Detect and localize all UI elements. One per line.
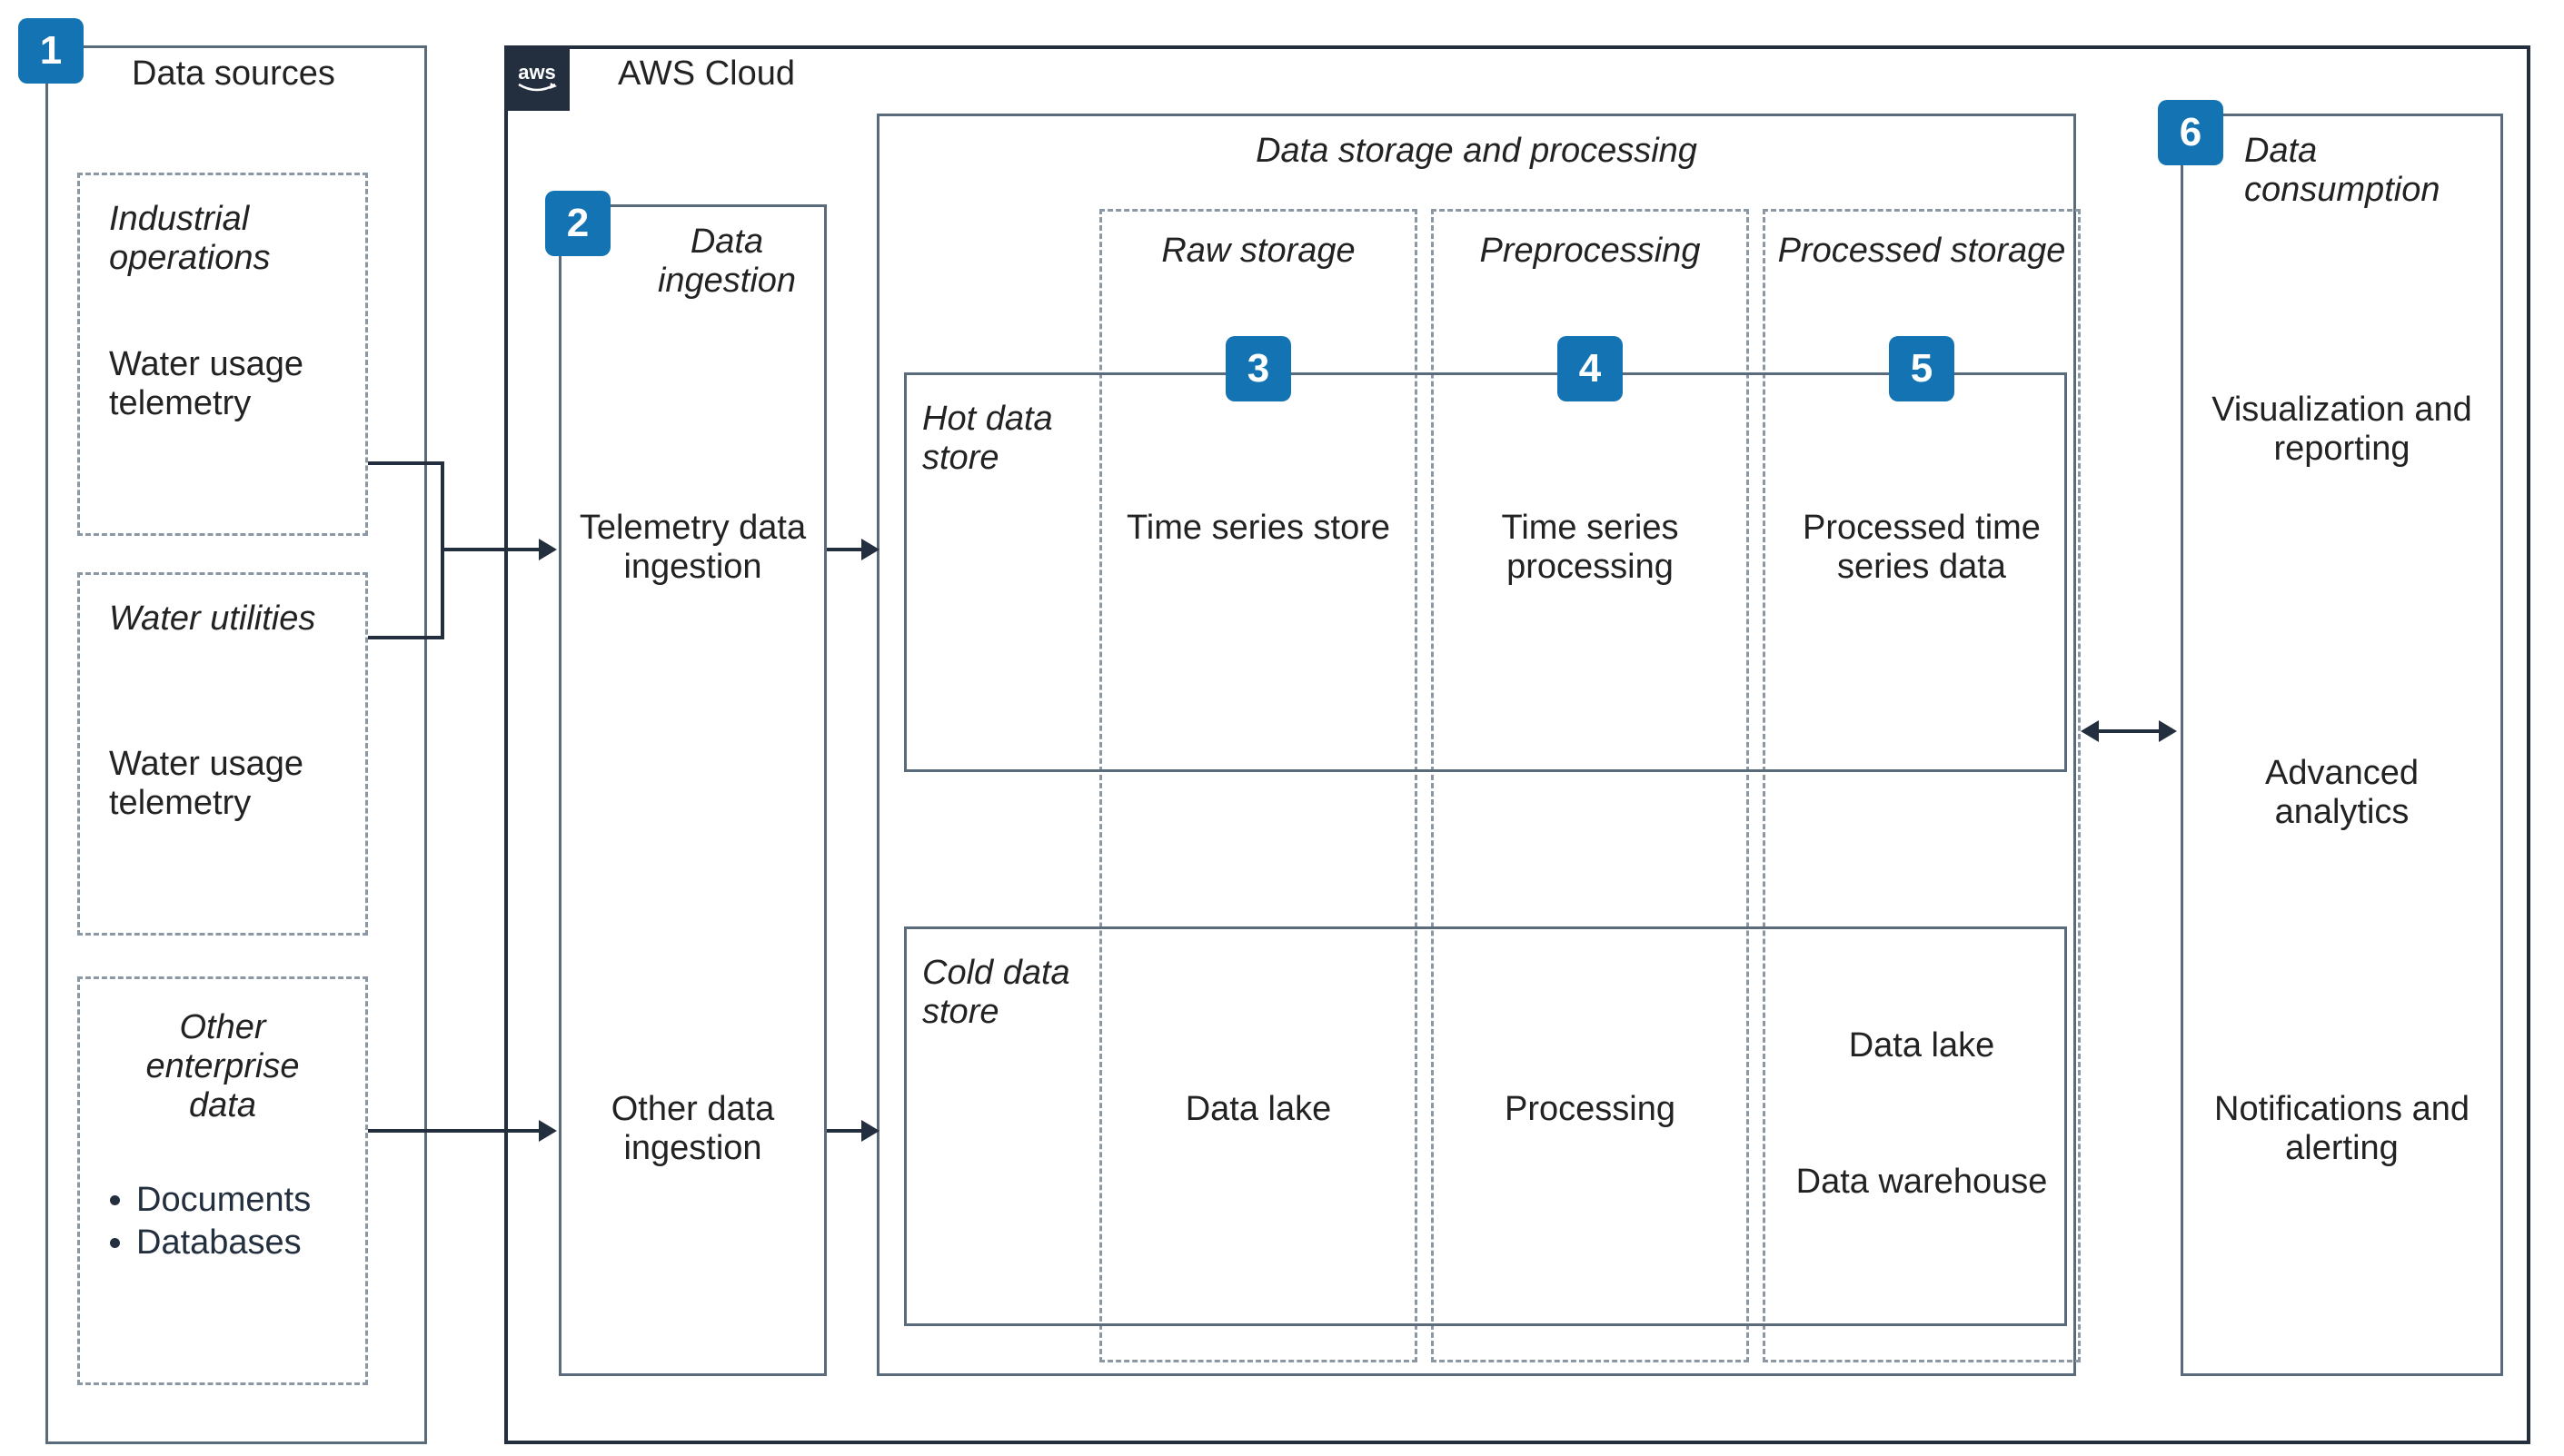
cold-proc2-label: Data warehouse xyxy=(1781,1163,2062,1202)
data-consumption-panel xyxy=(2181,114,2503,1376)
badge-1: 1 xyxy=(18,18,84,84)
arrow-segment xyxy=(368,636,441,639)
raw-storage-title: Raw storage xyxy=(1099,232,1417,271)
list-item: Databases xyxy=(136,1223,336,1263)
architecture-diagram: Data sources 1 Industrial operations Wat… xyxy=(0,0,2564,1456)
water-utilities-title: Water utilities xyxy=(109,599,336,639)
cold-data-store-title: Cold data store xyxy=(922,954,1086,1032)
arrow-segment xyxy=(368,1129,541,1133)
hot-pre-label: Time series processing xyxy=(1449,509,1731,587)
data-sources-title: Data sources xyxy=(132,54,335,94)
data-ingestion-title: Data ingestion xyxy=(636,223,818,301)
list-item: Documents xyxy=(136,1181,336,1220)
aws-cloud-title: AWS Cloud xyxy=(618,54,795,94)
cold-pre-label: Processing xyxy=(1449,1090,1731,1129)
data-ingestion-panel xyxy=(559,204,827,1376)
arrow-segment xyxy=(368,461,441,465)
arrow-head-icon xyxy=(861,539,880,560)
badge-2: 2 xyxy=(545,191,611,256)
telemetry-ingestion-label: Telemetry data ingestion xyxy=(572,509,813,587)
badge-5: 5 xyxy=(1889,336,1954,401)
industrial-operations-item: Water usage telemetry xyxy=(109,345,336,423)
badge-4: 4 xyxy=(1557,336,1623,401)
industrial-operations-title: Industrial operations xyxy=(109,200,336,278)
cold-proc1-label: Data lake xyxy=(1781,1026,2062,1065)
processed-storage-title: Processed storage xyxy=(1763,232,2081,271)
preprocessing-title: Preprocessing xyxy=(1431,232,1749,271)
arrow-head-icon xyxy=(539,539,557,560)
aws-logo-icon: aws xyxy=(504,45,570,111)
visualization-label: Visualization and reporting xyxy=(2199,391,2485,469)
analytics-label: Advanced analytics xyxy=(2199,754,2485,832)
arrow-segment xyxy=(827,1129,863,1133)
notifications-label: Notifications and alerting xyxy=(2199,1090,2485,1168)
arrow-head-icon xyxy=(861,1120,880,1142)
other-enterprise-title: Other enterprise data xyxy=(109,1008,336,1125)
badge-3: 3 xyxy=(1226,336,1291,401)
other-ingestion-label: Other data ingestion xyxy=(572,1090,813,1168)
hot-data-store-title: Hot data store xyxy=(922,400,1086,478)
badge-6: 6 xyxy=(2158,100,2223,165)
arrow-head-icon xyxy=(2081,720,2099,742)
cold-raw-label: Data lake xyxy=(1118,1090,1399,1129)
storage-processing-title: Data storage and processing xyxy=(877,132,2076,171)
water-utilities-item: Water usage telemetry xyxy=(109,745,336,823)
data-consumption-title: Data consumption xyxy=(2244,132,2499,210)
arrow-segment xyxy=(827,548,863,551)
arrow-segment xyxy=(2097,729,2161,733)
other-enterprise-list: Documents Databases xyxy=(109,1181,336,1266)
arrow-segment xyxy=(441,548,541,551)
hot-raw-label: Time series store xyxy=(1118,509,1399,548)
arrow-head-icon xyxy=(2159,720,2177,742)
arrow-head-icon xyxy=(539,1120,557,1142)
hot-proc-label: Processed time series data xyxy=(1781,509,2062,587)
